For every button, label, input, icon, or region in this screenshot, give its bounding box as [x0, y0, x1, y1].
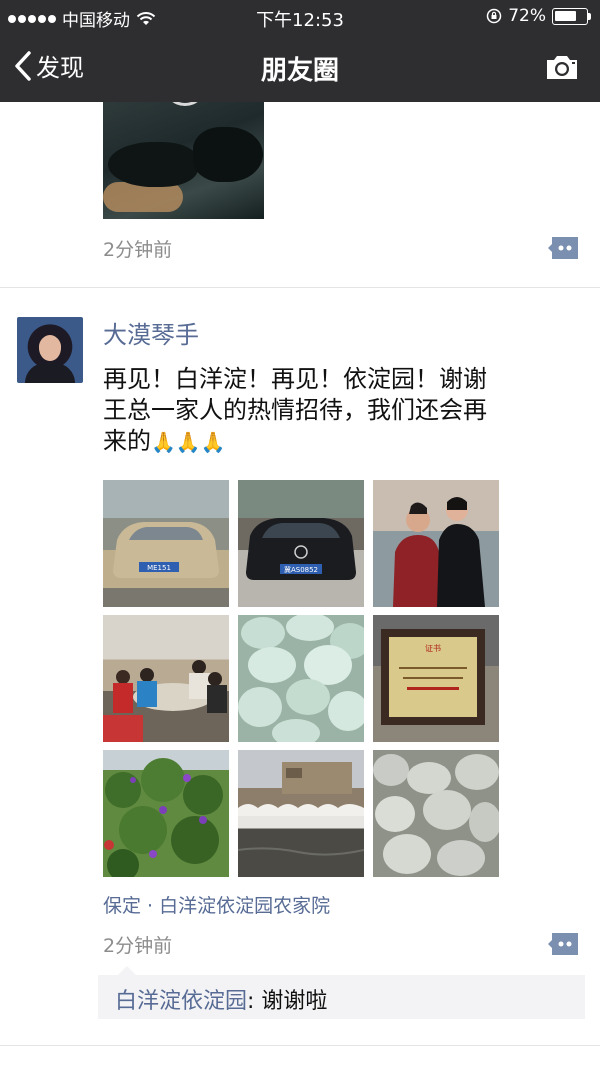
dinner-photo[interactable]	[103, 615, 229, 742]
car-photo-2[interactable]: 冀AS0852	[238, 480, 364, 607]
photo-ring	[163, 102, 207, 106]
post-text-tail: 来的	[103, 427, 151, 455]
post-text-line: 王总一家人的热情招待，我们还会再	[103, 396, 487, 424]
comment-item[interactable]: 白洋淀依淀园: 谢谢啦	[115, 983, 327, 1015]
avatar-body	[25, 363, 75, 383]
previous-post-photo[interactable]	[103, 102, 264, 219]
wall-river-photo[interactable]	[238, 750, 364, 877]
post-username[interactable]: 大漠琴手	[103, 315, 199, 350]
plate-1: ME151	[147, 564, 171, 572]
top-bar: 中国移动 下午12:53 72% 发现 朋友圈	[0, 0, 600, 102]
car-icon: ME151	[113, 522, 219, 578]
photo-grid: ME151 冀AS0852 证书	[103, 480, 499, 877]
camera-icon[interactable]	[544, 52, 580, 82]
post-text-line: 来的🙏🙏🙏	[103, 426, 573, 458]
post-divider	[0, 287, 600, 288]
comment-user[interactable]: 白洋淀依淀园	[115, 989, 247, 1014]
comment-separator: :	[247, 989, 262, 1014]
comment-menu-icon[interactable]	[548, 235, 580, 261]
post-divider	[0, 1045, 600, 1046]
car-photo-1[interactable]: ME151	[103, 480, 229, 607]
flowers-photo[interactable]	[103, 750, 229, 877]
photo-fish	[108, 142, 198, 187]
moments-feed[interactable]: 2分钟前 大漠琴手 再见！白洋淀！再见！依淀园！谢谢 王总一家人的热情招待，我们…	[0, 102, 600, 1067]
comment-menu-icon[interactable]	[548, 931, 580, 957]
post-text-line: 再见！白洋淀！再见！依淀园！谢谢	[103, 365, 487, 393]
status-bar: 中国移动 下午12:53 72%	[0, 0, 600, 34]
eggs-photo-2[interactable]	[373, 750, 499, 877]
comments-arrow	[118, 966, 136, 975]
certificate-title: 证书	[425, 643, 441, 653]
page-title: 朋友圈	[260, 56, 339, 86]
certificate-icon: 证书	[381, 629, 485, 725]
car-icon: 冀AS0852	[246, 518, 356, 580]
eggs-photo-1[interactable]	[238, 615, 364, 742]
avatar-face	[39, 335, 61, 361]
comment-text: 谢谢啦	[261, 989, 328, 1014]
dinner-icon	[103, 660, 227, 742]
battery-percent: 72%	[508, 6, 546, 26]
nav-bar: 发现 朋友圈	[0, 34, 600, 102]
photo-fish	[193, 127, 263, 182]
previous-post-time: 2分钟前	[103, 239, 173, 261]
people-icon	[393, 497, 485, 607]
plate-2: 冀AS0852	[284, 565, 318, 574]
status-right: 72%	[486, 6, 591, 26]
post-time: 2分钟前	[103, 935, 173, 957]
battery-fill	[555, 10, 576, 21]
post-text: 再见！白洋淀！再见！依淀园！谢谢 王总一家人的热情招待，我们还会再 来的🙏🙏🙏	[103, 364, 573, 458]
comments-box: 白洋淀依淀园: 谢谢啦	[98, 966, 585, 1019]
flowers-icon	[103, 750, 229, 877]
rotation-lock-icon	[486, 8, 502, 24]
certificate-photo[interactable]: 证书	[373, 615, 499, 742]
eggs-icon	[238, 615, 364, 742]
women-photo[interactable]	[373, 480, 499, 607]
eggs-icon	[373, 754, 499, 876]
pray-emoji: 🙏🙏🙏	[151, 430, 226, 454]
avatar[interactable]	[17, 317, 83, 383]
wall-icon	[238, 762, 364, 856]
post-location[interactable]: 保定 · 白洋淀依淀园农家院	[103, 891, 330, 918]
battery-icon	[552, 7, 591, 25]
